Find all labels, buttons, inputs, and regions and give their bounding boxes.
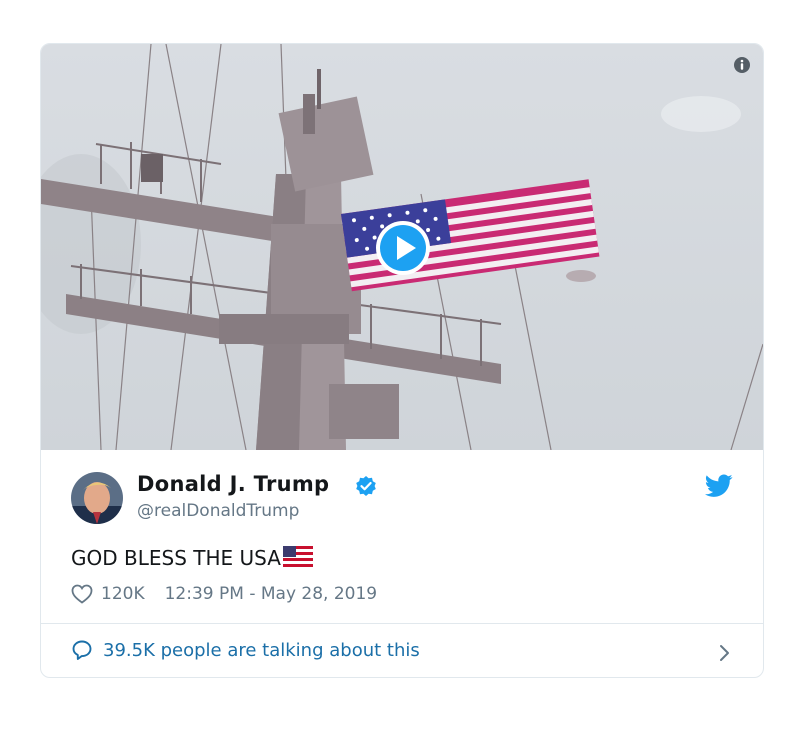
divider — [41, 623, 763, 624]
verified-badge-icon — [356, 476, 376, 496]
us-flag-emoji — [282, 546, 313, 567]
tweet-embed-card[interactable]: Donald J. Trump @realDonaldTrump GOD BLE… — [40, 43, 764, 678]
heart-icon — [71, 584, 93, 604]
avatar[interactable] — [71, 472, 123, 524]
tweet-text: GOD BLESS THE USA — [71, 546, 313, 570]
author-handle[interactable]: @realDonaldTrump — [137, 501, 299, 521]
tweet-meta: 120K 12:39 PM - May 28, 2019 — [71, 584, 377, 604]
tweet-video-media[interactable] — [41, 44, 763, 450]
like-count: 120K — [101, 584, 145, 604]
conversation-link[interactable]: 39.5K people are talking about this — [71, 639, 420, 661]
author-name[interactable]: Donald J. Trump — [137, 472, 329, 496]
chevron-right-icon[interactable] — [717, 643, 731, 663]
info-icon[interactable] — [733, 56, 751, 74]
tweet-text-content: GOD BLESS THE USA — [71, 546, 281, 570]
tweet-timestamp[interactable]: 12:39 PM - May 28, 2019 — [165, 584, 378, 604]
tweet-body: Donald J. Trump @realDonaldTrump GOD BLE… — [41, 450, 763, 677]
play-button[interactable] — [374, 219, 432, 277]
speech-bubble-icon — [72, 640, 92, 660]
twitter-bird-icon[interactable] — [705, 474, 733, 498]
like-button[interactable]: 120K — [71, 584, 145, 604]
talking-count-text: 39.5K people are talking about this — [103, 639, 420, 661]
